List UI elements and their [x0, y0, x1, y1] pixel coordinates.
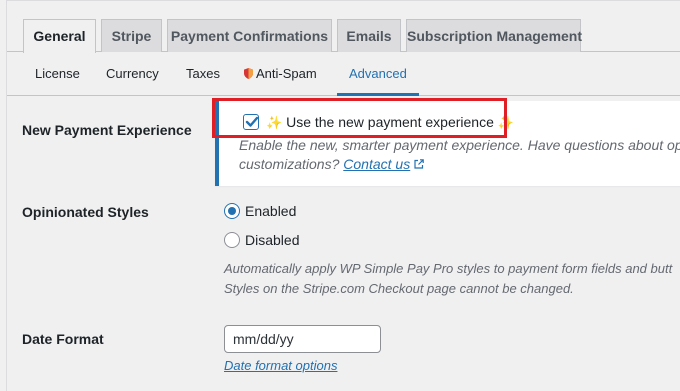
- opinionated-styles-label: Opinionated Styles: [22, 204, 149, 220]
- subtab-anti-spam[interactable]: Anti-Spam: [244, 52, 317, 96]
- new-payment-desc-line1: Enable the new, smarter payment experien…: [239, 137, 680, 153]
- settings-tabs: General Stripe Payment Confirmations Ema…: [7, 1, 680, 53]
- opinionated-styles-description: Automatically apply WP Simple Pay Pro st…: [224, 259, 672, 299]
- contact-us-link[interactable]: Contact us: [343, 156, 410, 172]
- settings-frame: General Stripe Payment Confirmations Ema…: [6, 0, 680, 391]
- new-payment-experience-label: New Payment Experience: [22, 122, 192, 138]
- date-format-label: Date Format: [22, 331, 104, 347]
- subtab-anti-spam-label: Anti-Spam: [256, 66, 317, 81]
- radio-disabled-label: Disabled: [245, 232, 300, 248]
- radio-disabled-button[interactable]: [224, 232, 240, 248]
- radio-enabled[interactable]: Enabled: [224, 203, 296, 219]
- radio-disabled[interactable]: Disabled: [224, 232, 299, 248]
- tab-payment-confirmations[interactable]: Payment Confirmations: [167, 19, 332, 52]
- tab-subscription-management[interactable]: Subscription Management: [406, 19, 582, 52]
- shield-icon: [244, 68, 253, 79]
- tab-general[interactable]: General: [23, 19, 96, 53]
- desc-prefix: customizations?: [239, 156, 340, 172]
- external-link-icon[interactable]: [414, 159, 425, 169]
- radio-enabled-label: Enabled: [245, 203, 297, 219]
- date-format-options-link[interactable]: Date format options: [224, 358, 337, 373]
- new-payment-description: Enable the new, smarter payment experien…: [239, 136, 680, 174]
- opinionated-desc-line2: Styles on the Stripe.com Checkout page c…: [224, 281, 574, 296]
- highlight-box: [212, 98, 507, 138]
- tab-emails[interactable]: Emails: [337, 19, 401, 52]
- subtab-advanced[interactable]: Advanced: [337, 52, 419, 96]
- date-format-input[interactable]: [224, 325, 381, 353]
- settings-subtabs: License Currency Taxes Anti-Spam Advance…: [7, 52, 680, 96]
- subtab-currency[interactable]: Currency: [106, 52, 159, 96]
- subtab-taxes[interactable]: Taxes: [186, 52, 220, 96]
- new-payment-desc-line2: customizations? Contact us: [239, 155, 680, 174]
- tab-stripe[interactable]: Stripe: [101, 19, 162, 52]
- opinionated-desc-line1: Automatically apply WP Simple Pay Pro st…: [224, 261, 673, 276]
- subtab-license[interactable]: License: [35, 52, 80, 96]
- radio-enabled-button[interactable]: [224, 203, 240, 219]
